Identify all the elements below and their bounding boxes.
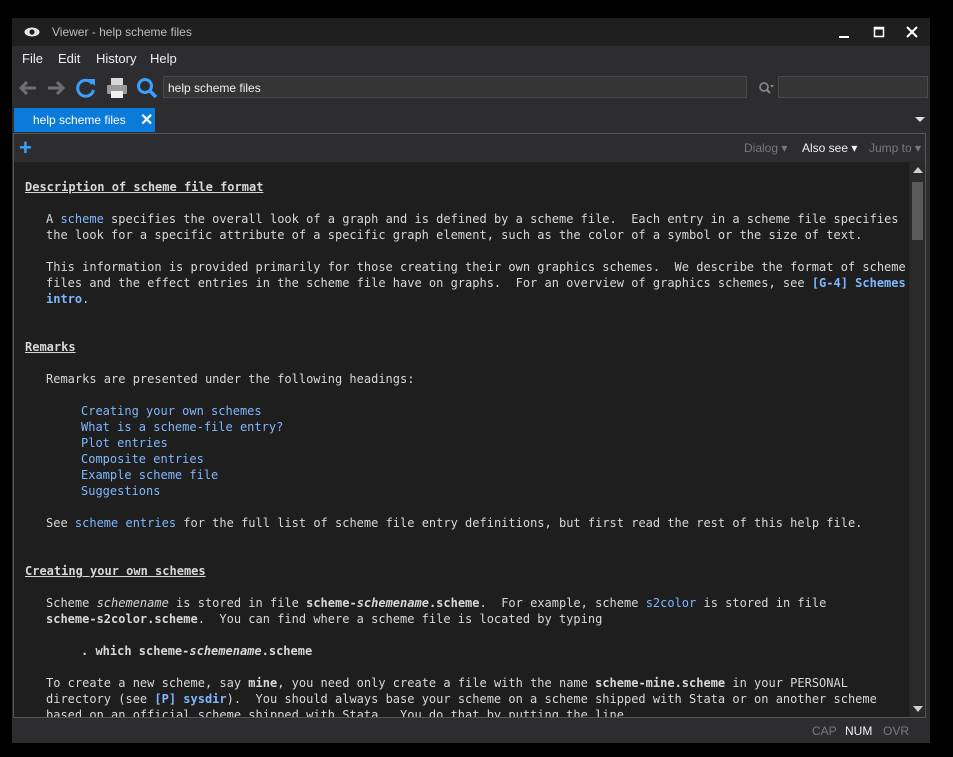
forward-arrow-icon[interactable]: [44, 76, 68, 100]
toc-link[interactable]: Suggestions: [81, 483, 160, 499]
maximize-button[interactable]: [869, 22, 889, 42]
link-scheme-entries[interactable]: scheme entries: [75, 516, 176, 530]
paragraph-line: directory (see [P] sysdir). You should a…: [46, 692, 877, 706]
link-s2color[interactable]: s2color: [646, 596, 697, 610]
command-input[interactable]: help scheme files: [163, 76, 747, 98]
jump-to-label: Jump to: [869, 141, 912, 155]
close-window-button[interactable]: [902, 22, 922, 42]
heading-creating: Creating your own schemes: [25, 564, 206, 578]
remarks-intro: Remarks are presented under the followin…: [46, 372, 415, 386]
link-g4-schemes[interactable]: [G-4] Schemes: [812, 276, 906, 290]
also-see-menu[interactable]: Also see ▾: [802, 141, 857, 155]
tab-close-icon[interactable]: ✕: [140, 110, 153, 130]
link-intro[interactable]: intro: [46, 292, 82, 306]
find-search-icon[interactable]: [758, 81, 774, 95]
toc-link[interactable]: What is a scheme-file entry?: [81, 419, 283, 435]
tab-label: help scheme files: [33, 113, 126, 127]
print-icon[interactable]: [105, 76, 129, 100]
content-toolbar: + Dialog ▾ Also see ▾ Jump to ▾: [14, 134, 925, 162]
status-bar: CAP NUM OVR: [12, 719, 930, 743]
title-bar[interactable]: Viewer - help scheme files: [12, 18, 930, 46]
toc-link[interactable]: Plot entries: [81, 435, 168, 451]
dialog-menu[interactable]: Dialog ▾: [744, 141, 787, 155]
close-icon: [906, 26, 918, 38]
scroll-down-icon[interactable]: [913, 706, 923, 712]
find-input[interactable]: [778, 76, 928, 98]
also-see-label: Also see: [802, 141, 849, 155]
paragraph-line: the look for a specific attribute of a s…: [46, 228, 863, 242]
minimize-icon: [839, 36, 849, 38]
paragraph-line: based on an official scheme shipped with…: [46, 708, 624, 717]
menu-edit[interactable]: Edit: [58, 51, 80, 66]
paragraph-line: files and the effect entries in the sche…: [46, 276, 906, 290]
menu-bar: File Edit History Help: [12, 48, 930, 70]
paragraph-line: See scheme entries for the full list of …: [46, 516, 863, 530]
toolbar: help scheme files: [12, 74, 930, 102]
paragraph-line: This information is provided primarily f…: [46, 260, 906, 274]
viewer-content: + Dialog ▾ Also see ▾ Jump to ▾ Descript…: [13, 133, 926, 718]
tab-help-scheme-files[interactable]: help scheme files ✕: [14, 108, 155, 132]
new-tab-plus-icon[interactable]: +: [19, 136, 32, 160]
menu-history[interactable]: History: [96, 51, 136, 66]
tab-strip: help scheme files ✕: [12, 108, 930, 132]
help-document: Description of scheme file format A sche…: [14, 162, 909, 717]
menu-file[interactable]: File: [22, 51, 43, 66]
refresh-icon[interactable]: [74, 76, 98, 100]
toc-link[interactable]: Composite entries: [81, 451, 204, 467]
jump-to-menu[interactable]: Jump to ▾: [869, 141, 921, 155]
paragraph-line: scheme-s2color.scheme. You can find wher…: [46, 612, 603, 626]
viewer-window: Viewer - help scheme files File Edit His…: [12, 18, 930, 743]
heading-remarks: Remarks: [25, 340, 76, 354]
paragraph-line: intro.: [46, 292, 90, 306]
back-arrow-icon[interactable]: [16, 76, 40, 100]
scroll-thumb[interactable]: [912, 182, 923, 240]
window-title: Viewer - help scheme files: [52, 25, 192, 39]
tab-list-dropdown-icon[interactable]: [915, 117, 925, 122]
scroll-up-icon[interactable]: [913, 167, 923, 173]
vertical-scrollbar[interactable]: [910, 162, 925, 717]
maximize-icon: [873, 26, 885, 38]
heading-description: Description of scheme file format: [25, 180, 264, 194]
paragraph-line: Scheme schemename is stored in file sche…: [46, 596, 827, 610]
link-scheme[interactable]: scheme: [60, 212, 103, 226]
dialog-label: Dialog: [744, 141, 779, 155]
toc-link[interactable]: Creating your own schemes: [81, 403, 262, 419]
menu-help[interactable]: Help: [150, 51, 177, 66]
link-sysdir[interactable]: [P] sysdir: [154, 692, 226, 706]
num-lock-indicator: NUM: [845, 724, 873, 738]
caps-lock-indicator: CAP: [812, 724, 837, 738]
viewer-eye-icon: [24, 27, 40, 37]
overwrite-indicator: OVR: [883, 724, 910, 738]
paragraph-line: A scheme specifies the overall look of a…: [46, 212, 899, 226]
search-icon[interactable]: [135, 76, 159, 100]
command-example: . which scheme-schemename.scheme: [81, 644, 313, 658]
minimize-button[interactable]: [834, 22, 854, 42]
paragraph-line: To create a new scheme, say mine, you ne…: [46, 676, 848, 690]
toc-link[interactable]: Example scheme file: [81, 467, 218, 483]
